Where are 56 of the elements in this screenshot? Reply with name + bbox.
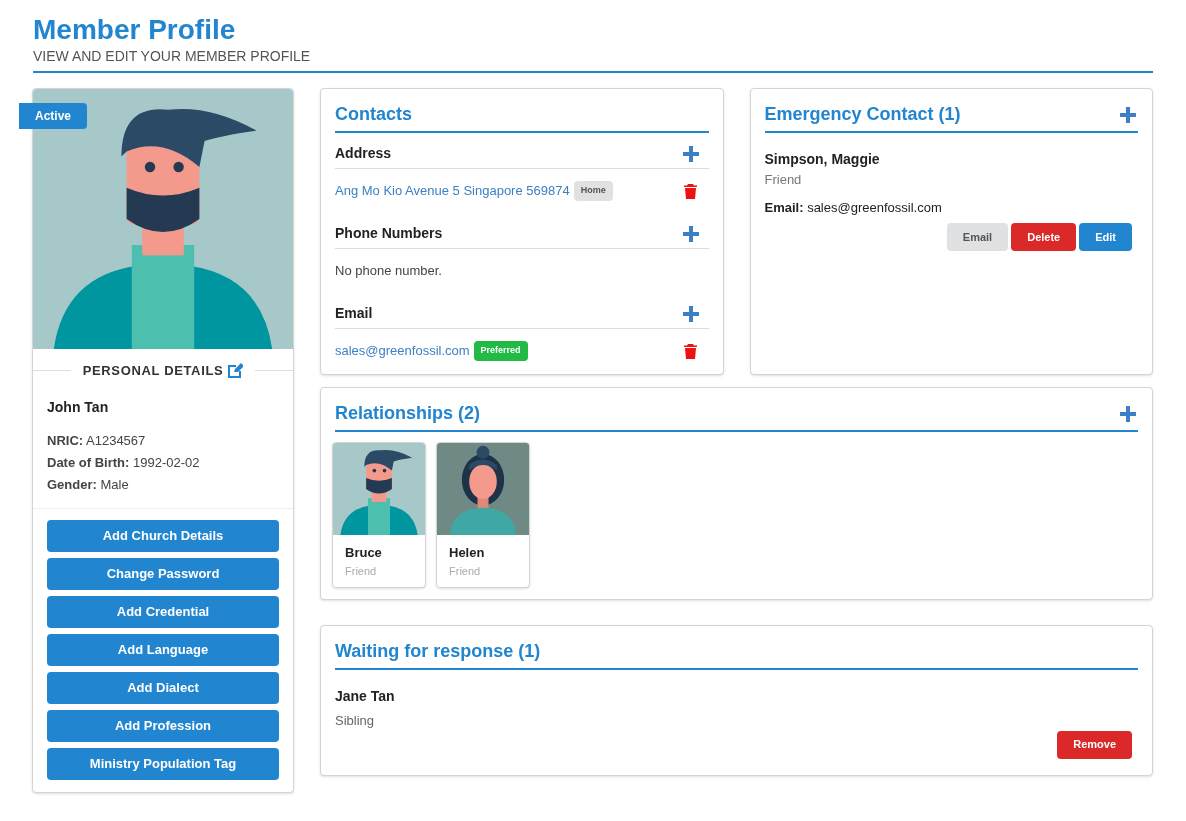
edit-button[interactable] xyxy=(227,363,244,379)
panel-title: Waiting for response (1) xyxy=(335,640,541,663)
empty-message: No phone number. xyxy=(335,262,443,281)
plus-icon xyxy=(682,305,699,322)
contact-link[interactable]: sales@greenfossil.com xyxy=(335,341,470,361)
contact-relation: Friend xyxy=(764,171,803,189)
action-button[interactable]: Add Dialect xyxy=(47,671,279,704)
pending-relation: Sibling xyxy=(335,712,376,730)
plus-icon xyxy=(1120,106,1136,123)
person-card[interactable]: Bruce Friend xyxy=(332,442,426,588)
contact-tag: Home xyxy=(573,181,613,201)
detail-field: Gender: Male xyxy=(47,473,279,496)
contact-action-button[interactable]: Email xyxy=(946,223,1009,251)
plus-icon xyxy=(682,145,699,162)
detail-field: Date of Birth: 1992-02-02 xyxy=(47,451,279,474)
section-heading: Address xyxy=(335,144,392,163)
contact-tag: Preferred xyxy=(473,341,528,361)
page-title: Member Profile xyxy=(33,14,237,46)
edit-icon xyxy=(227,363,244,379)
action-button[interactable]: Add Language xyxy=(47,633,279,666)
person-relation: Friend xyxy=(345,563,378,579)
contact-action-button[interactable]: Delete xyxy=(1011,223,1077,251)
section-title: PERSONAL DETAILS xyxy=(82,362,224,380)
status-ribbon: Active xyxy=(19,103,88,129)
contact-action-button[interactable]: Edit xyxy=(1079,223,1132,251)
panel-title: Relationships (2) xyxy=(335,402,481,425)
person-card[interactable]: Helen Friend xyxy=(436,442,530,588)
contact-email: Email: sales@greenfossil.com xyxy=(764,198,943,217)
add-button[interactable] xyxy=(680,143,701,164)
plus-icon xyxy=(682,225,699,242)
panel-title: Contacts xyxy=(335,103,412,126)
panel-title: Emergency Contact (1) xyxy=(764,103,961,126)
section-heading: Phone Numbers xyxy=(335,224,443,243)
add-button[interactable] xyxy=(1118,403,1138,424)
remove-button[interactable]: Remove xyxy=(1057,730,1132,759)
add-button[interactable] xyxy=(680,303,701,324)
contact-link[interactable]: Ang Mo Kio Avenue 5 Singapore 569874 xyxy=(335,181,570,201)
person-name: Bruce xyxy=(345,544,383,562)
add-button[interactable] xyxy=(1118,104,1138,125)
plus-icon xyxy=(1120,405,1136,422)
person-relation: Friend xyxy=(449,563,482,579)
trash-icon xyxy=(684,183,697,199)
page-subtitle: VIEW AND EDIT YOUR MEMBER PROFILE xyxy=(33,47,312,66)
add-button[interactable] xyxy=(680,223,701,244)
contact-name: Simpson, Maggie xyxy=(764,150,881,169)
pending-name: Jane Tan xyxy=(335,687,396,706)
action-button[interactable]: Add Church Details xyxy=(47,519,279,552)
trash-icon xyxy=(684,343,697,359)
section-heading: Email xyxy=(335,304,373,323)
action-button[interactable]: Add Profession xyxy=(47,709,279,742)
person-name: Helen xyxy=(449,544,486,562)
detail-field: NRIC: A1234567 xyxy=(47,429,279,452)
member-name: John Tan xyxy=(47,397,110,417)
action-button[interactable]: Ministry Population Tag xyxy=(47,747,279,780)
action-button[interactable]: Add Credential xyxy=(47,595,279,628)
action-button[interactable]: Change Password xyxy=(47,557,279,590)
